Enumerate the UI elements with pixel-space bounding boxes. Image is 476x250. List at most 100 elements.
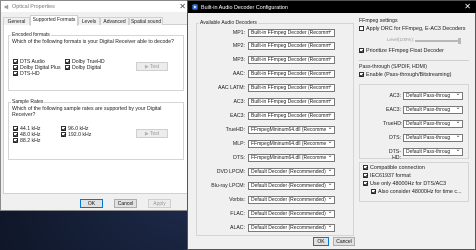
tab-spatial-sound[interactable]: Spatial sound [129,17,163,25]
iec61937-option[interactable]: IEC61937 format [363,173,411,179]
sample-rates-title: Sample Rates [11,99,45,105]
decoder-select[interactable]: Default Decoder (Recommended) [248,181,335,190]
decoder-select[interactable]: Built-in FFmpeg Decoder (Recomm [248,41,335,50]
compatible-connection-option[interactable]: Compatible connection [363,165,425,171]
decoder-select[interactable]: Built-in FFmpeg Decoder (Recomm [248,97,335,106]
tab-advanced[interactable]: Advanced [100,17,129,25]
app-icon [192,4,198,10]
decoder-select[interactable]: Built-in FFmpeg Decoder (Recomm [248,111,335,120]
ok-button[interactable]: OK [80,199,103,208]
checkbox[interactable] [359,26,364,32]
passthrough-select[interactable]: Default Pass-throug [403,133,463,142]
passthrough-label: EAC3: [386,107,401,113]
tab-supported-formats[interactable]: Supported Formats [30,15,78,26]
format-option-dts-hd[interactable]: DTS-HD [13,71,40,77]
ffmpeg-settings-title: FFmpeg settings [359,18,398,24]
decoder-label: ALAC: [230,225,245,231]
window-title: Built-in Audio Decoder Configuration [201,4,288,11]
decoder-select[interactable]: FFmpegMininum64.dll (Recomme [248,153,335,162]
audio-decoder-config-dialog: Built-in Audio Decoder Configuration ✕ A… [187,0,476,250]
encoded-formats-question: Which of the following formats is your D… [12,39,175,45]
tab-general[interactable]: General [3,17,30,25]
decoder-select[interactable]: FFmpegMininum64.dll (Recomme [248,139,335,148]
decoder-label: AAC LATM: [218,85,245,91]
tab-bar: General Supported Formats Levels Advance… [3,15,189,26]
checkbox[interactable] [359,72,364,78]
supported-formats-panel: Encoded formats Which of the following f… [3,25,189,194]
checkbox[interactable] [363,181,368,187]
decoder-select[interactable]: Default Decoder (Recommended) [248,209,335,218]
checkbox[interactable] [13,132,18,138]
checkbox[interactable] [363,173,368,179]
passthrough-label: DTS: [389,135,401,141]
apply-drc-option[interactable]: Apply DRC for FFmpeg, E-AC3 Decoders [359,26,465,32]
checkbox[interactable] [371,189,376,195]
rate-option-192-0[interactable]: 192.0 kHz [61,132,91,138]
ok-button[interactable]: OK [313,237,329,246]
passthrough-title: Pass-through (S/PDIF, HDMI) [359,64,428,70]
close-icon[interactable]: ✕ [464,3,471,11]
decoder-label: Vorbis: [229,197,245,203]
apply-button[interactable]: Apply [148,199,171,208]
consider-48000-option[interactable]: Also consider 48000Hz for time c... [371,189,462,195]
drc-level-label: Level(100%): [387,37,415,42]
tab-levels[interactable]: Levels [78,17,100,25]
checkbox[interactable] [13,65,18,71]
cancel-button[interactable]: Cancel [114,199,137,208]
checkbox[interactable] [359,48,364,54]
decoder-select[interactable]: Built-in FFmpeg Decoder (Recomm [248,55,335,64]
optical-properties-dialog: Optical Properties ✕ General Supported F… [0,0,191,211]
title-bar[interactable]: Optical Properties ✕ [1,1,191,12]
decoder-select[interactable]: Default Decoder (Recommended) [248,195,335,204]
rate-option-88-2[interactable]: 88.2 kHz [13,138,40,144]
checkbox[interactable] [13,71,18,77]
passthrough-label: AC3: [389,93,401,99]
checkbox[interactable] [61,132,66,138]
decoder-label: MP1: [232,30,245,36]
passthrough-select[interactable]: Default Pass-throug [403,119,463,128]
decoder-select[interactable]: FFmpegMininum64.dll (Recomme [248,125,335,134]
checkbox[interactable] [61,126,66,132]
checkbox[interactable] [13,138,18,144]
decoder-select[interactable]: Default Decoder (Recommended) [248,167,335,176]
cancel-button[interactable]: Cancel [333,237,355,246]
passthrough-select[interactable]: Default Pass-throug [403,105,463,114]
checkbox[interactable] [65,65,70,71]
decoder-select[interactable]: Built-in FFmpeg Decoder (Recomm [248,28,335,37]
encoded-formats-title: Encoded formats [11,32,51,38]
decoder-label: MLP: [232,141,245,147]
decoder-label: EAC3: [230,113,245,119]
decoder-label: FLAC: [230,211,245,217]
checkbox[interactable] [65,59,70,65]
available-decoders-title: Available Audio Decoders [199,19,258,26]
prioritize-float-option[interactable]: Prioritize FFmpeg Float Decoder [359,48,444,54]
title-bar[interactable]: Built-in Audio Decoder Configuration ✕ [188,1,476,13]
checkbox[interactable] [13,126,18,132]
decoder-select[interactable]: Built-in FFmpeg Decoder (Recomm [248,69,335,78]
decoder-label: AC3: [233,99,245,105]
decoder-label: Blu-ray LPCM: [211,183,245,189]
only-48000-option[interactable]: Use only 48000Hz for DTS/AC3 [363,181,446,187]
checkbox[interactable] [13,59,18,65]
passthrough-select[interactable]: Default Pass-throug [403,91,463,100]
test-formats-button[interactable]: ▶ Test [136,62,168,71]
checkbox[interactable] [363,165,368,171]
enable-passthrough-option[interactable]: Enable (Pass-through/Bitstreaming) [359,72,451,78]
decoder-label: DVD LPCM: [216,169,245,175]
passthrough-label: DTS-HD: [388,149,401,161]
decoder-select[interactable]: Built-in FFmpeg Decoder (Recomm [248,83,335,92]
speaker-icon [4,4,9,9]
decoder-label: TrueHD: [225,127,245,133]
test-rates-button[interactable]: ▶ Test [136,129,168,138]
format-option-dolby-digital[interactable]: Dolby Digital [65,65,101,71]
passthrough-label: TrueHD: [383,121,403,127]
drc-level-slider[interactable] [415,40,461,42]
drc-level-slider-thumb[interactable] [458,37,461,44]
close-icon[interactable]: ✕ [179,3,186,11]
decoder-label: DTS: [233,155,245,161]
window-title: Optical Properties [12,4,55,10]
passthrough-select[interactable]: Default Pass-throug [403,147,463,156]
decoder-label: AAC: [232,71,245,77]
decoder-label: MP2: [232,43,245,49]
decoder-select[interactable]: Default Decoder (Recommended) [248,223,335,232]
